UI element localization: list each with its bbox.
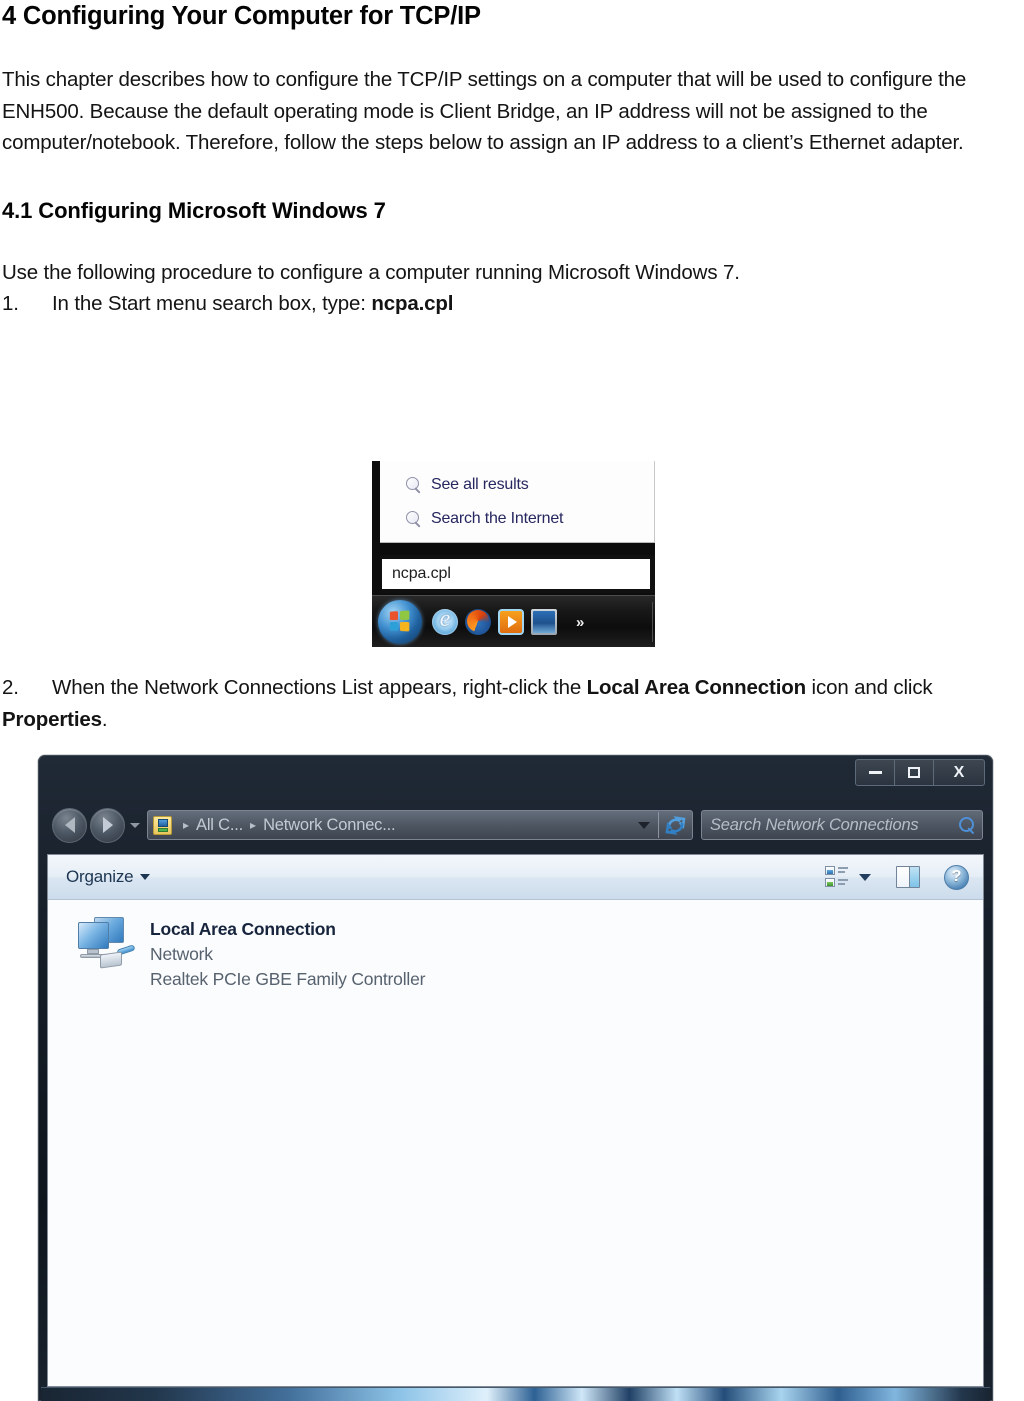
search-input[interactable]: Search Network Connections: [710, 816, 959, 835]
search-icon: [959, 816, 976, 834]
connection-adapter: Realtek PCIe GBE Family Controller: [150, 969, 426, 989]
breadcrumb-all-control-panel[interactable]: All C...: [196, 816, 243, 835]
search-icon: [406, 476, 423, 494]
help-glyph: ?: [951, 868, 962, 885]
show-desktop-icon[interactable]: [531, 609, 557, 635]
step-2-bold-1: Local Area Connection: [586, 676, 807, 699]
back-arrow-icon: [64, 817, 75, 833]
step-2-text-before: When the Network Connections List appear…: [52, 676, 587, 699]
document-page: 4 Configuring Your Computer for TCP/IP T…: [0, 0, 1024, 1401]
step-1: 1. In the Start menu search box, type: nc…: [0, 288, 1024, 320]
connections-list: Local Area Connection Network Realtek PC…: [48, 901, 983, 1386]
taskbar-icons: »: [432, 606, 584, 635]
taskbar-divider: [652, 602, 653, 642]
help-icon[interactable]: ?: [944, 864, 969, 890]
see-all-results-item[interactable]: See all results: [380, 468, 654, 502]
firefox-icon[interactable]: [465, 609, 491, 635]
windows-media-player-icon[interactable]: [498, 609, 524, 635]
taskbar: »: [372, 595, 655, 647]
internet-explorer-icon[interactable]: [432, 606, 458, 635]
breadcrumb-separator: ▸: [183, 818, 190, 832]
window-client-area: Organize ? Local Area Connection Network…: [47, 854, 984, 1387]
document-body-continued: 2. When the Network Connections List appe…: [0, 672, 1024, 735]
taskbar-overflow-icon[interactable]: »: [576, 614, 584, 631]
address-separator: [658, 812, 659, 838]
preview-pane-icon[interactable]: [896, 866, 920, 888]
figure-network-connections-window: X ▸ All C... ▸ Network Connec... Search …: [38, 755, 993, 1401]
step-1-number: 1.: [2, 292, 19, 316]
recent-pages-dropdown-icon[interactable]: [130, 822, 140, 828]
step-1-text: In the Start menu search box, type:: [52, 292, 372, 316]
see-all-results-label: See all results: [431, 476, 529, 493]
organize-label: Organize: [66, 867, 134, 886]
minimize-icon: [868, 771, 882, 774]
search-icon: [406, 510, 423, 528]
search-the-internet-label: Search the Internet: [431, 510, 564, 527]
forward-button[interactable]: [90, 807, 125, 843]
search-the-internet-item[interactable]: Search the Internet: [380, 502, 654, 536]
command-toolbar: Organize ?: [48, 855, 983, 900]
start-menu-results-panel: See all results Search the Internet: [380, 461, 655, 543]
address-bar[interactable]: ▸ All C... ▸ Network Connec...: [147, 810, 693, 840]
minimize-button[interactable]: [856, 760, 895, 785]
step-2: 2. When the Network Connections List appe…: [0, 672, 1024, 735]
chapter-heading: 4 Configuring Your Computer for TCP/IP: [2, 2, 481, 30]
start-menu-search-input[interactable]: ncpa.cpl: [382, 559, 650, 589]
search-box[interactable]: Search Network Connections: [701, 810, 983, 840]
network-connections-icon: [153, 815, 172, 835]
figure-start-menu-screenshot: See all results Search the Internet ncpa…: [372, 461, 655, 647]
intro-paragraph: This chapter describes how to configure …: [2, 68, 967, 155]
step-2-text-mid: icon and click: [806, 676, 933, 699]
window-navigation-bar: ▸ All C... ▸ Network Connec... Search Ne…: [38, 800, 993, 850]
connection-details: Local Area Connection Network Realtek PC…: [150, 915, 425, 992]
close-icon: X: [953, 763, 965, 781]
document-body: 4 Configuring Your Computer for TCP/IP T…: [0, 0, 1024, 320]
window-title-bar: X: [38, 755, 993, 800]
list-item[interactable]: Local Area Connection Network Realtek PC…: [48, 901, 983, 992]
refresh-icon[interactable]: [665, 815, 686, 836]
step-2-text-after: .: [101, 707, 108, 731]
step-1-bold: ncpa.cpl: [371, 292, 454, 316]
breadcrumb-network-connections[interactable]: Network Connec...: [263, 816, 396, 835]
network-adapter-icon: [74, 915, 138, 971]
window-controls: X: [855, 759, 985, 786]
change-view-icon[interactable]: [825, 866, 848, 888]
organize-button[interactable]: Organize: [66, 867, 151, 887]
connection-status: Network: [150, 944, 213, 964]
forward-arrow-icon: [102, 817, 113, 833]
step-2-bold-2: Properties: [2, 707, 102, 731]
maximize-icon: [908, 767, 920, 778]
address-dropdown-icon[interactable]: [638, 821, 650, 829]
windows-start-orb-icon[interactable]: [378, 600, 422, 644]
breadcrumb-separator: ▸: [250, 818, 257, 832]
connection-name: Local Area Connection: [150, 919, 336, 939]
view-dropdown-icon[interactable]: [859, 873, 871, 881]
chevron-down-icon: [140, 874, 151, 880]
start-menu-divider: [380, 544, 655, 555]
section-heading: 4.1 Configuring Microsoft Windows 7: [2, 197, 386, 223]
back-button[interactable]: [52, 807, 87, 843]
close-button[interactable]: X: [934, 760, 984, 785]
start-menu-search-area: ncpa.cpl: [380, 555, 655, 593]
section-intro-paragraph: Use the following procedure to configure…: [2, 260, 740, 284]
step-2-number: 2.: [2, 676, 19, 699]
maximize-button[interactable]: [895, 760, 934, 785]
window-bottom-strip: [41, 1387, 990, 1401]
